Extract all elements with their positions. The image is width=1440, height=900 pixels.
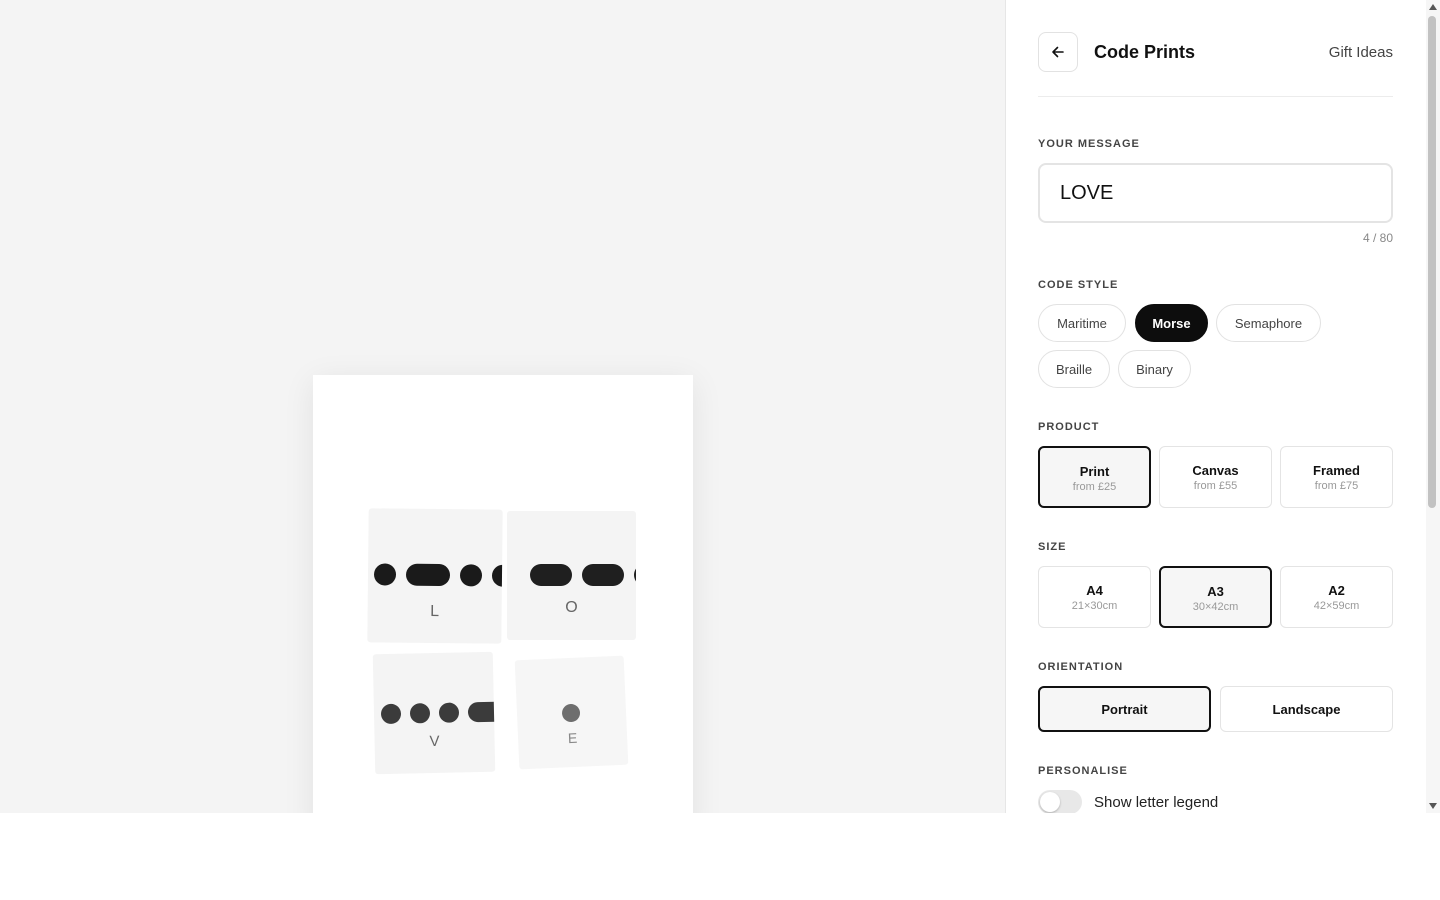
morse-dot xyxy=(561,703,581,723)
gift-ideas-link[interactable]: Gift Ideas xyxy=(1329,44,1393,61)
product-option-title: Canvas xyxy=(1192,463,1239,478)
app-viewport: L O V E Code Prints Gift Ideas YOUR MESS… xyxy=(0,0,1440,813)
tile-letter-e: E xyxy=(514,655,629,770)
tile-letter-v: V xyxy=(372,651,496,775)
message-label: YOUR MESSAGE xyxy=(1038,138,1140,150)
panel-header: Code Prints Gift Ideas xyxy=(1038,32,1393,97)
product-option-price: from £55 xyxy=(1193,480,1238,492)
morse-code-row xyxy=(517,702,627,729)
code-style-binary[interactable]: Binary xyxy=(1118,350,1191,388)
page-title: Code Prints xyxy=(1094,42,1196,62)
character-counter: 4 / 80 xyxy=(1362,231,1393,245)
tile-letter-label: L xyxy=(430,602,440,621)
product-option-framed[interactable]: Framed from £75 xyxy=(1280,446,1393,508)
back-button[interactable] xyxy=(1038,32,1078,72)
morse-code-row xyxy=(374,701,496,727)
code-style-braille[interactable]: Braille xyxy=(1038,350,1110,388)
size-option-dimensions: 42×59cm xyxy=(1313,600,1360,612)
product-option-price: from £75 xyxy=(1314,480,1359,492)
code-style-semaphore[interactable]: Semaphore xyxy=(1216,304,1321,342)
orientation-portrait[interactable]: Portrait xyxy=(1038,686,1211,732)
morse-dash xyxy=(582,564,624,586)
letter-legend-label: Show letter legend xyxy=(1094,794,1219,811)
letter-legend-toggle[interactable] xyxy=(1038,790,1082,813)
product-option-print[interactable]: Print from £25 xyxy=(1038,446,1151,508)
tile-letter-o: O xyxy=(507,511,636,640)
size-option-dimensions: 21×30cm xyxy=(1071,600,1118,612)
morse-dash xyxy=(634,564,636,586)
morse-dash xyxy=(530,564,572,586)
scrollbar-thumb[interactable] xyxy=(1428,16,1436,508)
tile-letter-label: V xyxy=(429,732,440,751)
size-option-a3[interactable]: A3 30×42cm xyxy=(1159,566,1272,628)
poster-preview: L O V E xyxy=(313,375,693,813)
message-input[interactable] xyxy=(1038,163,1393,223)
code-style-label: CODE STYLE xyxy=(1038,279,1119,291)
size-option-a4[interactable]: A4 21×30cm xyxy=(1038,566,1151,628)
tile-letter-label: O xyxy=(565,599,578,616)
morse-dot xyxy=(438,702,460,723)
config-panel: Code Prints Gift Ideas YOUR MESSAGE 4 / … xyxy=(1006,0,1426,813)
size-option-a2[interactable]: A2 42×59cm xyxy=(1280,566,1393,628)
orientation-landscape[interactable]: Landscape xyxy=(1220,686,1393,732)
morse-dash xyxy=(467,701,496,723)
morse-dot xyxy=(373,563,397,586)
morse-dot xyxy=(459,564,483,587)
toggle-knob xyxy=(1040,792,1060,812)
morse-dash xyxy=(405,563,451,587)
orientation-label: ORIENTATION xyxy=(1038,661,1124,673)
morse-dot xyxy=(491,564,503,587)
scroll-down-icon[interactable] xyxy=(1429,803,1437,809)
product-option-price: from £25 xyxy=(1072,481,1117,493)
preview-stage: L O V E xyxy=(0,0,1005,813)
morse-code-row xyxy=(368,563,503,587)
product-option-title: Framed xyxy=(1313,463,1360,478)
morse-code-row xyxy=(507,564,636,586)
code-style-maritime[interactable]: Maritime xyxy=(1038,304,1126,342)
page-bottom-area xyxy=(0,813,1440,900)
scroll-up-icon[interactable] xyxy=(1429,4,1437,10)
product-label: PRODUCT xyxy=(1038,421,1100,433)
size-label: SIZE xyxy=(1038,541,1067,553)
size-option-dimensions: 30×42cm xyxy=(1192,601,1239,613)
tile-letter-l: L xyxy=(367,508,503,644)
tile-letter-label: E xyxy=(567,729,578,747)
panel-scrollbar[interactable] xyxy=(1426,0,1440,813)
morse-dot xyxy=(409,703,431,724)
product-option-title: Print xyxy=(1079,464,1110,479)
personalise-label: PERSONALISE xyxy=(1038,765,1128,777)
morse-dot xyxy=(380,703,402,725)
product-option-canvas[interactable]: Canvas from £55 xyxy=(1159,446,1272,508)
size-option-title: A3 xyxy=(1207,584,1224,599)
code-style-morse[interactable]: Morse xyxy=(1135,304,1208,342)
size-option-title: A4 xyxy=(1086,583,1103,598)
size-option-title: A2 xyxy=(1328,583,1345,598)
arrow-left-icon xyxy=(1052,46,1064,58)
